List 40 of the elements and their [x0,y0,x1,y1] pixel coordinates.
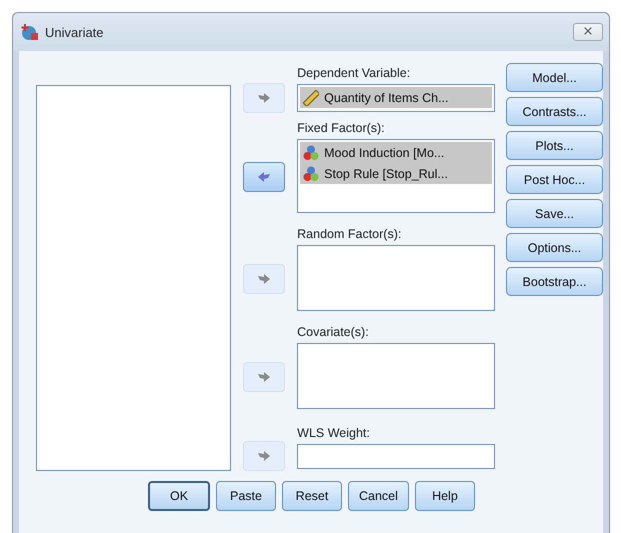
field-label: Random Factor(s): [297,227,402,241]
item-label: Stop Rule [Stop_Rul... [324,166,448,180]
list-item[interactable]: Stop Rule [Stop_Rul... [300,163,492,184]
arrow-right-icon [257,450,272,462]
arrow-right-icon [257,273,272,285]
variable-list[interactable]: Mood Induction [Mo... Stop Rule [Stop_Rul... [297,139,496,213]
arrow-right-icon [257,92,272,104]
field-label: WLS Weight: [297,426,371,440]
dialog-button[interactable]: Paste [216,481,276,511]
dialog-button[interactable]: Save... [506,199,603,228]
item-label: Quantity of Items Ch... [324,90,448,104]
variable-field[interactable]: Quantity of Items Ch... [297,84,496,112]
field-label: Fixed Factor(s): [297,121,386,135]
three-balls-icon [303,144,320,160]
dialog-button[interactable]: Bootstrap... [506,267,603,296]
list-item[interactable]: Mood Induction [Mo... [300,142,492,163]
dialog-button[interactable]: OK [148,481,210,511]
dialog-button[interactable]: Contrasts... [506,97,603,126]
close-button[interactable]: ⨯ [573,23,603,41]
arrow-right-icon [257,371,272,383]
arrow-left-icon [257,171,272,183]
dialog-button[interactable]: Plots... [506,131,603,160]
dialog-button[interactable]: Options... [506,233,603,262]
dialog-button[interactable]: Model... [506,63,603,92]
field-label: Covariate(s): [297,325,370,339]
ruler-icon [303,90,320,106]
dialog-button[interactable]: Help [414,481,475,511]
move-button[interactable] [243,162,286,192]
item-label: Mood Induction [Mo... [324,146,444,160]
dialog-button[interactable]: Reset [282,481,342,511]
dialog-button[interactable]: Post Hoc... [506,165,603,194]
variable-list[interactable] [297,343,496,409]
dialog-button[interactable]: Cancel [348,481,409,511]
variable-list[interactable] [297,245,496,311]
list-item[interactable]: Quantity of Items Ch... [300,87,492,108]
app-icon [21,23,39,41]
field-label: Dependent Variable: [297,66,412,80]
window-title: Univariate [45,24,105,40]
variable-field[interactable] [297,444,496,468]
three-balls-icon [303,166,320,182]
